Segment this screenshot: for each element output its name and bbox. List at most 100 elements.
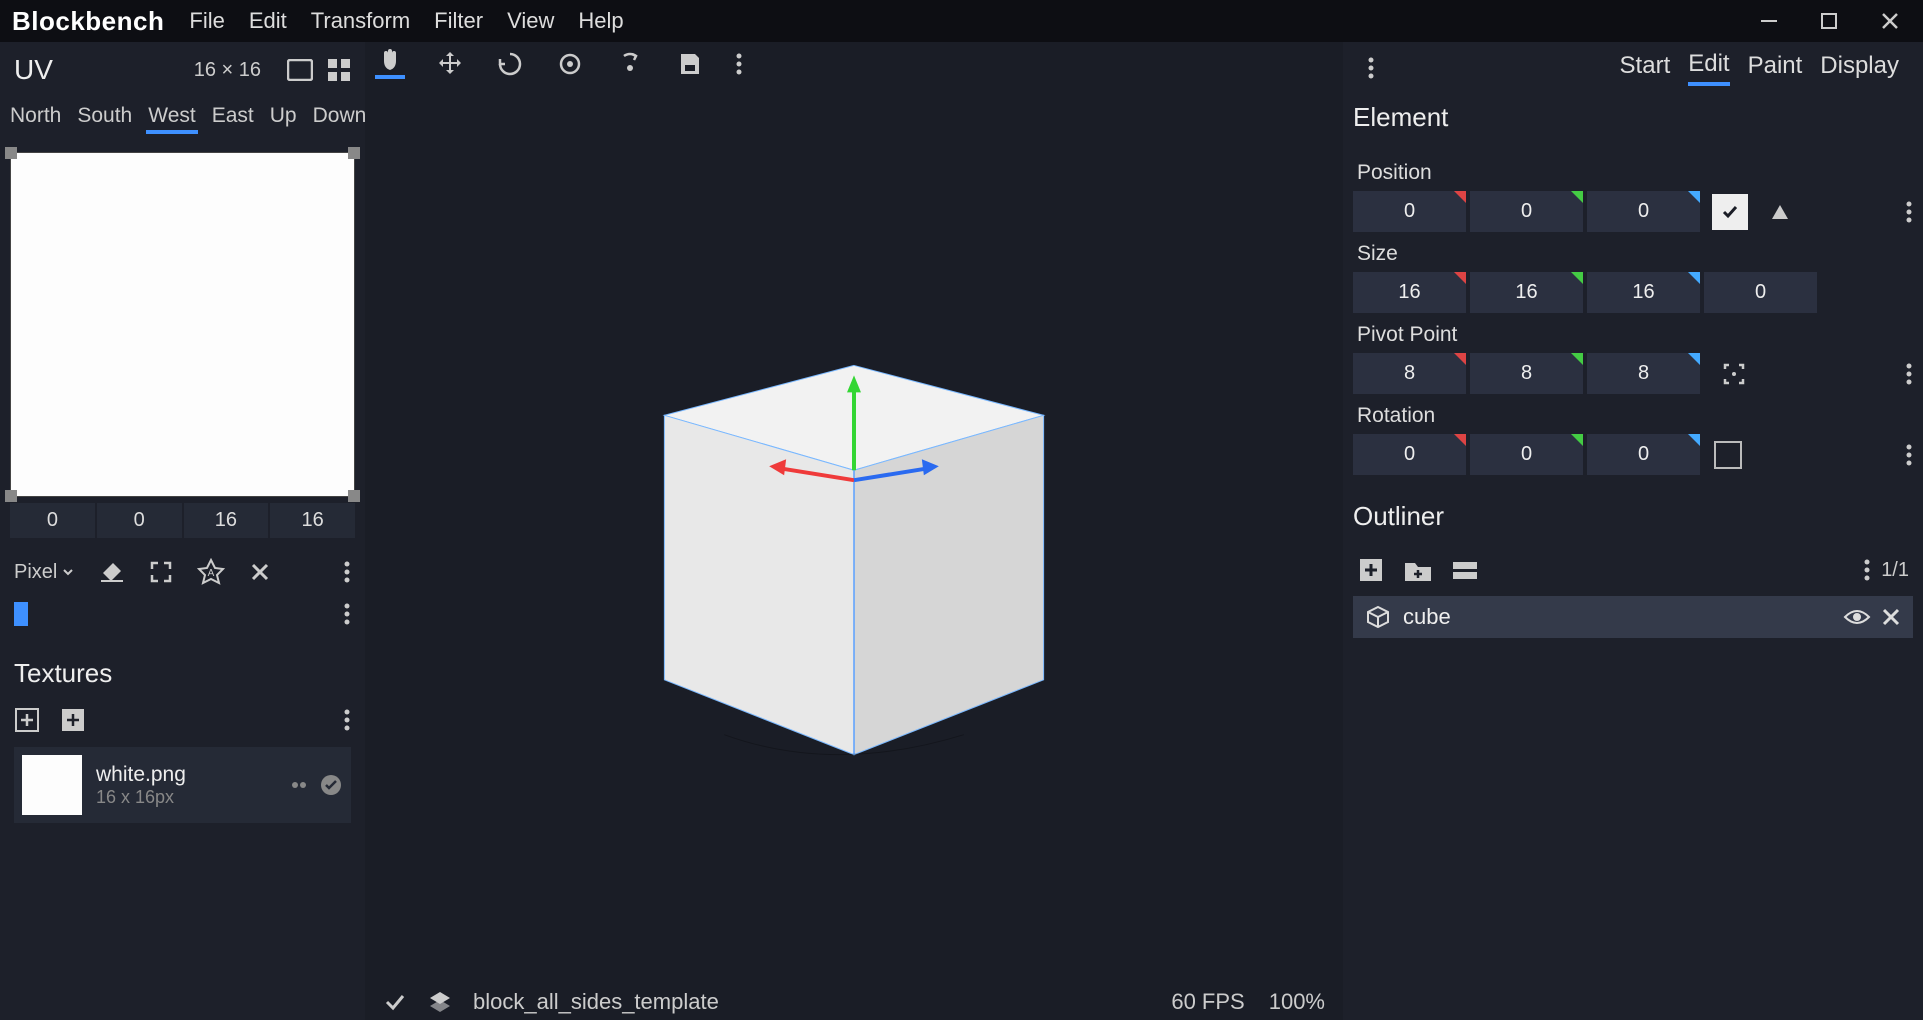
color-slot (0, 600, 365, 628)
face-up[interactable]: Up (268, 104, 299, 134)
uv-grid-icon[interactable] (327, 58, 351, 82)
menu-view[interactable]: View (507, 8, 554, 34)
size-x[interactable]: 16 (1353, 272, 1466, 313)
vertex-snap-icon[interactable] (675, 49, 705, 79)
visibility-icon[interactable] (1843, 607, 1871, 627)
menu-file[interactable]: File (189, 8, 224, 34)
rotation-x[interactable]: 0 (1353, 434, 1466, 475)
pivot-z[interactable]: 8 (1587, 353, 1700, 394)
resize-tool-icon[interactable] (495, 49, 525, 79)
face-west[interactable]: West (146, 104, 197, 134)
rotation-more-icon[interactable] (1905, 443, 1913, 467)
size-inflate[interactable]: 0 (1704, 272, 1817, 313)
mode-edit[interactable]: Edit (1688, 50, 1729, 86)
texture-item[interactable]: white.png 16 x 16px (14, 747, 351, 823)
move-tool-icon[interactable] (435, 49, 465, 79)
position-label: Position (1353, 151, 1913, 191)
window-controls (1759, 10, 1911, 32)
uv-dimensions: 16 × 16 (194, 59, 261, 82)
particle-icon[interactable] (289, 775, 309, 795)
center-panel: block_all_sides_template 60 FPS 100% (365, 42, 1343, 1020)
rotate-tool-icon[interactable] (555, 49, 585, 79)
status-check-icon (383, 990, 407, 1014)
size-y[interactable]: 16 (1470, 272, 1583, 313)
uv-handle-tr[interactable] (348, 147, 360, 159)
viewport[interactable] (365, 86, 1343, 984)
uv-handle-bl[interactable] (5, 490, 17, 502)
uv-coord-y2[interactable]: 16 (270, 503, 355, 538)
rotation-row: 0 0 0 (1353, 434, 1913, 475)
uv-coord-x2[interactable]: 16 (184, 503, 269, 538)
add-group-icon[interactable] (1403, 557, 1433, 583)
face-down[interactable]: Down (311, 104, 369, 134)
mode-start[interactable]: Start (1620, 52, 1671, 84)
uv-fullview-icon[interactable] (287, 59, 313, 81)
size-label: Size (1353, 232, 1913, 272)
texture-thumbnail (22, 755, 82, 815)
outliner-toolbar: 1/1 (1353, 550, 1913, 590)
face-north[interactable]: North (8, 104, 63, 134)
texture-saved-icon[interactable] (319, 773, 343, 797)
uv-coord-x1[interactable]: 0 (10, 503, 95, 538)
position-more-icon[interactable] (1905, 200, 1913, 224)
paint-bucket-icon[interactable] (99, 559, 125, 585)
svg-text:A: A (208, 568, 215, 579)
brush-mode-dropdown[interactable]: Pixel (14, 561, 75, 584)
main-toolbar-more-icon[interactable] (735, 52, 743, 76)
rotation-rescale-checkbox[interactable] (1714, 441, 1742, 469)
status-layers-icon[interactable] (427, 989, 453, 1015)
import-texture-icon[interactable] (14, 707, 40, 733)
outliner-more-icon[interactable] (1863, 558, 1871, 582)
outliner-item[interactable]: cube (1353, 596, 1913, 638)
uv-handle-br[interactable] (348, 490, 360, 502)
fullscreen-icon[interactable] (149, 560, 173, 584)
uv-handle-tl[interactable] (5, 147, 17, 159)
pivot-tool-icon[interactable] (615, 49, 645, 79)
uv-coord-y1[interactable]: 0 (97, 503, 182, 538)
mode-display[interactable]: Display (1820, 52, 1899, 84)
menu-transform[interactable]: Transform (311, 8, 410, 34)
clear-uv-icon[interactable] (249, 561, 271, 583)
position-lock-checkbox[interactable] (1712, 194, 1748, 230)
minimize-icon[interactable] (1759, 11, 1779, 31)
remove-item-icon[interactable] (1881, 607, 1901, 627)
size-z[interactable]: 16 (1587, 272, 1700, 313)
auto-uv-icon[interactable]: A (197, 558, 225, 586)
color-swatch[interactable] (14, 602, 28, 626)
cube-icon (1365, 604, 1391, 630)
menu-filter[interactable]: Filter (434, 8, 483, 34)
position-z[interactable]: 0 (1587, 191, 1700, 232)
pivot-more-icon[interactable] (1905, 362, 1913, 386)
app-title: Blockbench (12, 6, 164, 37)
mode-paint[interactable]: Paint (1748, 52, 1803, 84)
color-more-icon[interactable] (343, 602, 351, 626)
title-bar: Blockbench File Edit Transform Filter Vi… (0, 0, 1923, 42)
pan-tool-icon[interactable] (375, 49, 405, 79)
uv-more-icon[interactable] (343, 560, 351, 584)
mode-more-icon[interactable] (1367, 56, 1375, 80)
rotation-label: Rotation (1353, 394, 1913, 434)
position-x[interactable]: 0 (1353, 191, 1466, 232)
create-texture-icon[interactable] (60, 707, 86, 733)
rotation-y[interactable]: 0 (1470, 434, 1583, 475)
position-row: 0 0 0 (1353, 191, 1913, 232)
position-y[interactable]: 0 (1470, 191, 1583, 232)
uv-canvas[interactable] (10, 152, 355, 497)
center-pivot-icon[interactable] (1718, 358, 1750, 390)
close-icon[interactable] (1879, 10, 1901, 32)
toggle-options-icon[interactable] (1451, 560, 1479, 580)
face-south[interactable]: South (75, 104, 134, 134)
face-east[interactable]: East (210, 104, 256, 134)
maximize-icon[interactable] (1819, 11, 1839, 31)
position-origin-icon[interactable] (1764, 196, 1796, 228)
textures-more-icon[interactable] (343, 708, 351, 732)
status-zoom: 100% (1269, 989, 1325, 1015)
outliner-count: 1/1 (1881, 559, 1909, 582)
status-project-name: block_all_sides_template (473, 989, 719, 1015)
add-cube-icon[interactable] (1357, 556, 1385, 584)
menu-help[interactable]: Help (578, 8, 623, 34)
pivot-y[interactable]: 8 (1470, 353, 1583, 394)
rotation-z[interactable]: 0 (1587, 434, 1700, 475)
pivot-x[interactable]: 8 (1353, 353, 1466, 394)
menu-edit[interactable]: Edit (249, 8, 287, 34)
